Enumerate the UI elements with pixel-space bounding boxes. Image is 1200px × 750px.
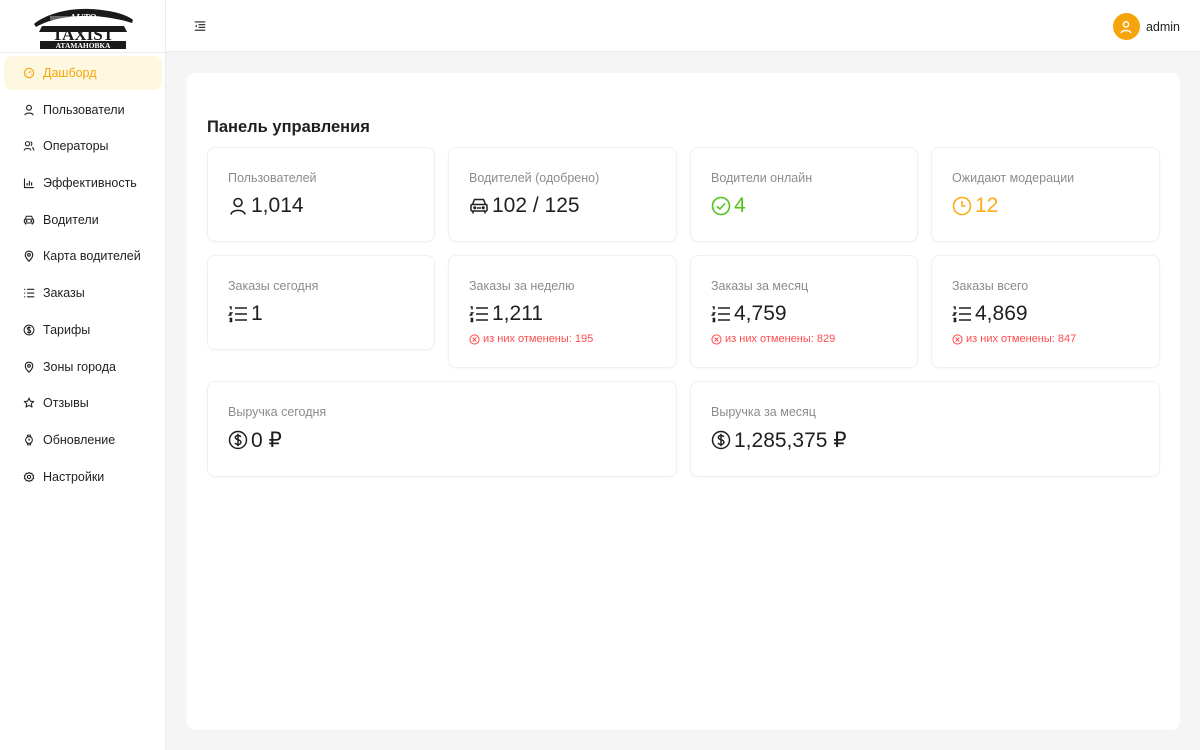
- sidebar-item-settings[interactable]: Настройки: [4, 460, 162, 494]
- stat-value: 4,759: [711, 301, 787, 327]
- user-icon: [23, 104, 35, 116]
- close-circle-icon: [711, 333, 722, 345]
- sidebar-item-label: Операторы: [43, 139, 109, 154]
- ordered-list-icon: [711, 304, 731, 324]
- svg-text:АТАМАНОВКА: АТАМАНОВКА: [56, 41, 111, 50]
- stat-card-orders-week: Заказы за неделю 1,211 из них отменены: …: [448, 255, 677, 368]
- cancelled-note: из них отменены: 829: [711, 333, 835, 345]
- sidebar-item-update[interactable]: Обновление: [4, 423, 162, 457]
- username: admin: [1145, 19, 1180, 34]
- sidebar: AUTO TAXIST АТАМАНОВКА Дашборд Пользоват…: [0, 0, 166, 750]
- stat-value: 1,285,375 ₽: [711, 427, 847, 453]
- team-icon: [23, 140, 35, 152]
- car-icon: [23, 214, 35, 226]
- user-icon: [228, 196, 248, 216]
- stat-value: 102 / 125: [469, 193, 580, 219]
- stat-value: 4: [711, 193, 746, 219]
- dashboard-icon: [23, 67, 35, 79]
- stat-label: Выручка за месяц: [711, 405, 816, 419]
- stat-card-revenue-month: Выручка за месяц 1,285,375 ₽: [690, 381, 1160, 477]
- stat-label: Заказы всего: [952, 279, 1029, 293]
- sidebar-item-label: Настройки: [43, 469, 105, 484]
- stat-card-revenue-today: Выручка сегодня 0 ₽: [207, 381, 677, 477]
- stat-label: Выручка сегодня: [228, 405, 327, 419]
- stat-card-orders-total: Заказы всего 4,869 из них отменены: 847: [931, 255, 1160, 368]
- watch-icon: [23, 434, 35, 446]
- bar-chart-icon: [23, 177, 35, 189]
- cancelled-note: из них отменены: 195: [469, 333, 593, 345]
- sidebar-item-drivers[interactable]: Водители: [4, 203, 162, 237]
- close-circle-icon: [952, 333, 963, 345]
- sidebar-menu: Дашборд Пользователи Операторы Эффективн…: [4, 56, 162, 496]
- cancelled-note: из них отменены: 847: [952, 333, 1076, 345]
- stat-card-orders-today: Заказы сегодня 1: [207, 255, 435, 350]
- menu-fold-icon[interactable]: [194, 20, 206, 32]
- sidebar-item-operators[interactable]: Операторы: [4, 129, 162, 163]
- stat-label: Заказы за неделю: [469, 279, 575, 293]
- sidebar-item-label: Дашборд: [43, 66, 97, 80]
- svg-text:AUTO: AUTO: [68, 13, 96, 24]
- stat-value: 1,211: [469, 301, 543, 327]
- sidebar-item-label: Отзывы: [43, 396, 89, 411]
- main-content: Панель управления Пользователей 1,014 Во…: [187, 73, 1180, 730]
- stat-value: 1,014: [228, 193, 304, 219]
- user-avatar-icon: [1120, 20, 1132, 33]
- list-icon: [23, 287, 35, 299]
- stat-card-drivers-approved: Водителей (одобрено) 102 / 125: [448, 147, 677, 242]
- gear-icon: [23, 471, 35, 483]
- stat-label: Заказы за месяц: [711, 279, 809, 293]
- map-pin-icon: [23, 250, 35, 263]
- stat-label: Пользователей: [228, 171, 317, 185]
- sidebar-item-city-zones[interactable]: Зоны города: [4, 350, 162, 384]
- top-header: admin: [166, 0, 1200, 52]
- location-icon: [23, 361, 35, 373]
- stat-label: Водителей (одобрено): [469, 171, 600, 185]
- ordered-list-icon: [228, 304, 248, 324]
- ordered-list-icon: [469, 304, 489, 324]
- dollar-icon: [711, 430, 731, 450]
- stat-card-drivers-online: Водители онлайн 4: [690, 147, 918, 242]
- sidebar-item-label: Зоны города: [43, 359, 116, 374]
- sidebar-item-users[interactable]: Пользователи: [4, 93, 162, 127]
- stat-label: Заказы сегодня: [228, 279, 319, 293]
- logo-divider: [0, 52, 166, 53]
- sidebar-item-label: Карта водителей: [43, 249, 141, 264]
- page-title: Панель управления: [207, 118, 370, 136]
- stat-label: Ожидают модерации: [952, 171, 1075, 185]
- sidebar-item-label: Эффективность: [43, 176, 137, 191]
- logo[interactable]: AUTO TAXIST АТАМАНОВКА: [28, 4, 138, 50]
- stat-value: 4,869: [952, 301, 1028, 327]
- sidebar-item-orders[interactable]: Заказы: [4, 276, 162, 310]
- sidebar-item-tariffs[interactable]: Тарифы: [4, 313, 162, 347]
- sidebar-item-efficiency[interactable]: Эффективность: [4, 166, 162, 200]
- dollar-icon: [23, 324, 35, 336]
- sidebar-item-dashboard[interactable]: Дашборд: [4, 56, 162, 90]
- sidebar-item-label: Обновление: [43, 432, 116, 447]
- stat-value: 1: [228, 301, 263, 327]
- ordered-list-icon: [952, 304, 972, 324]
- stat-card-users: Пользователей 1,014: [207, 147, 435, 242]
- user-menu[interactable]: admin: [1112, 13, 1180, 40]
- sidebar-item-label: Заказы: [43, 286, 85, 301]
- dollar-icon: [228, 430, 248, 450]
- stat-card-pending-moderation: Ожидают модерации 12: [931, 147, 1160, 242]
- car-icon: [469, 196, 489, 216]
- stat-card-orders-month: Заказы за месяц 4,759 из них отменены: 8…: [690, 255, 918, 368]
- sidebar-item-label: Водители: [43, 212, 99, 227]
- sidebar-item-label: Тарифы: [43, 322, 91, 337]
- star-icon: [23, 397, 35, 409]
- logo-image: AUTO TAXIST АТАМАНОВКА: [34, 8, 133, 50]
- check-circle-icon: [711, 196, 731, 216]
- avatar[interactable]: [1112, 13, 1140, 40]
- clock-icon: [952, 196, 972, 216]
- sidebar-item-reviews[interactable]: Отзывы: [4, 386, 162, 420]
- stat-value: 12: [952, 193, 998, 219]
- stat-value: 0 ₽: [228, 427, 282, 453]
- stat-label: Водители онлайн: [711, 171, 813, 185]
- sidebar-item-label: Пользователи: [43, 102, 125, 117]
- sidebar-item-drivers-map[interactable]: Карта водителей: [4, 239, 162, 273]
- close-circle-icon: [469, 333, 480, 345]
